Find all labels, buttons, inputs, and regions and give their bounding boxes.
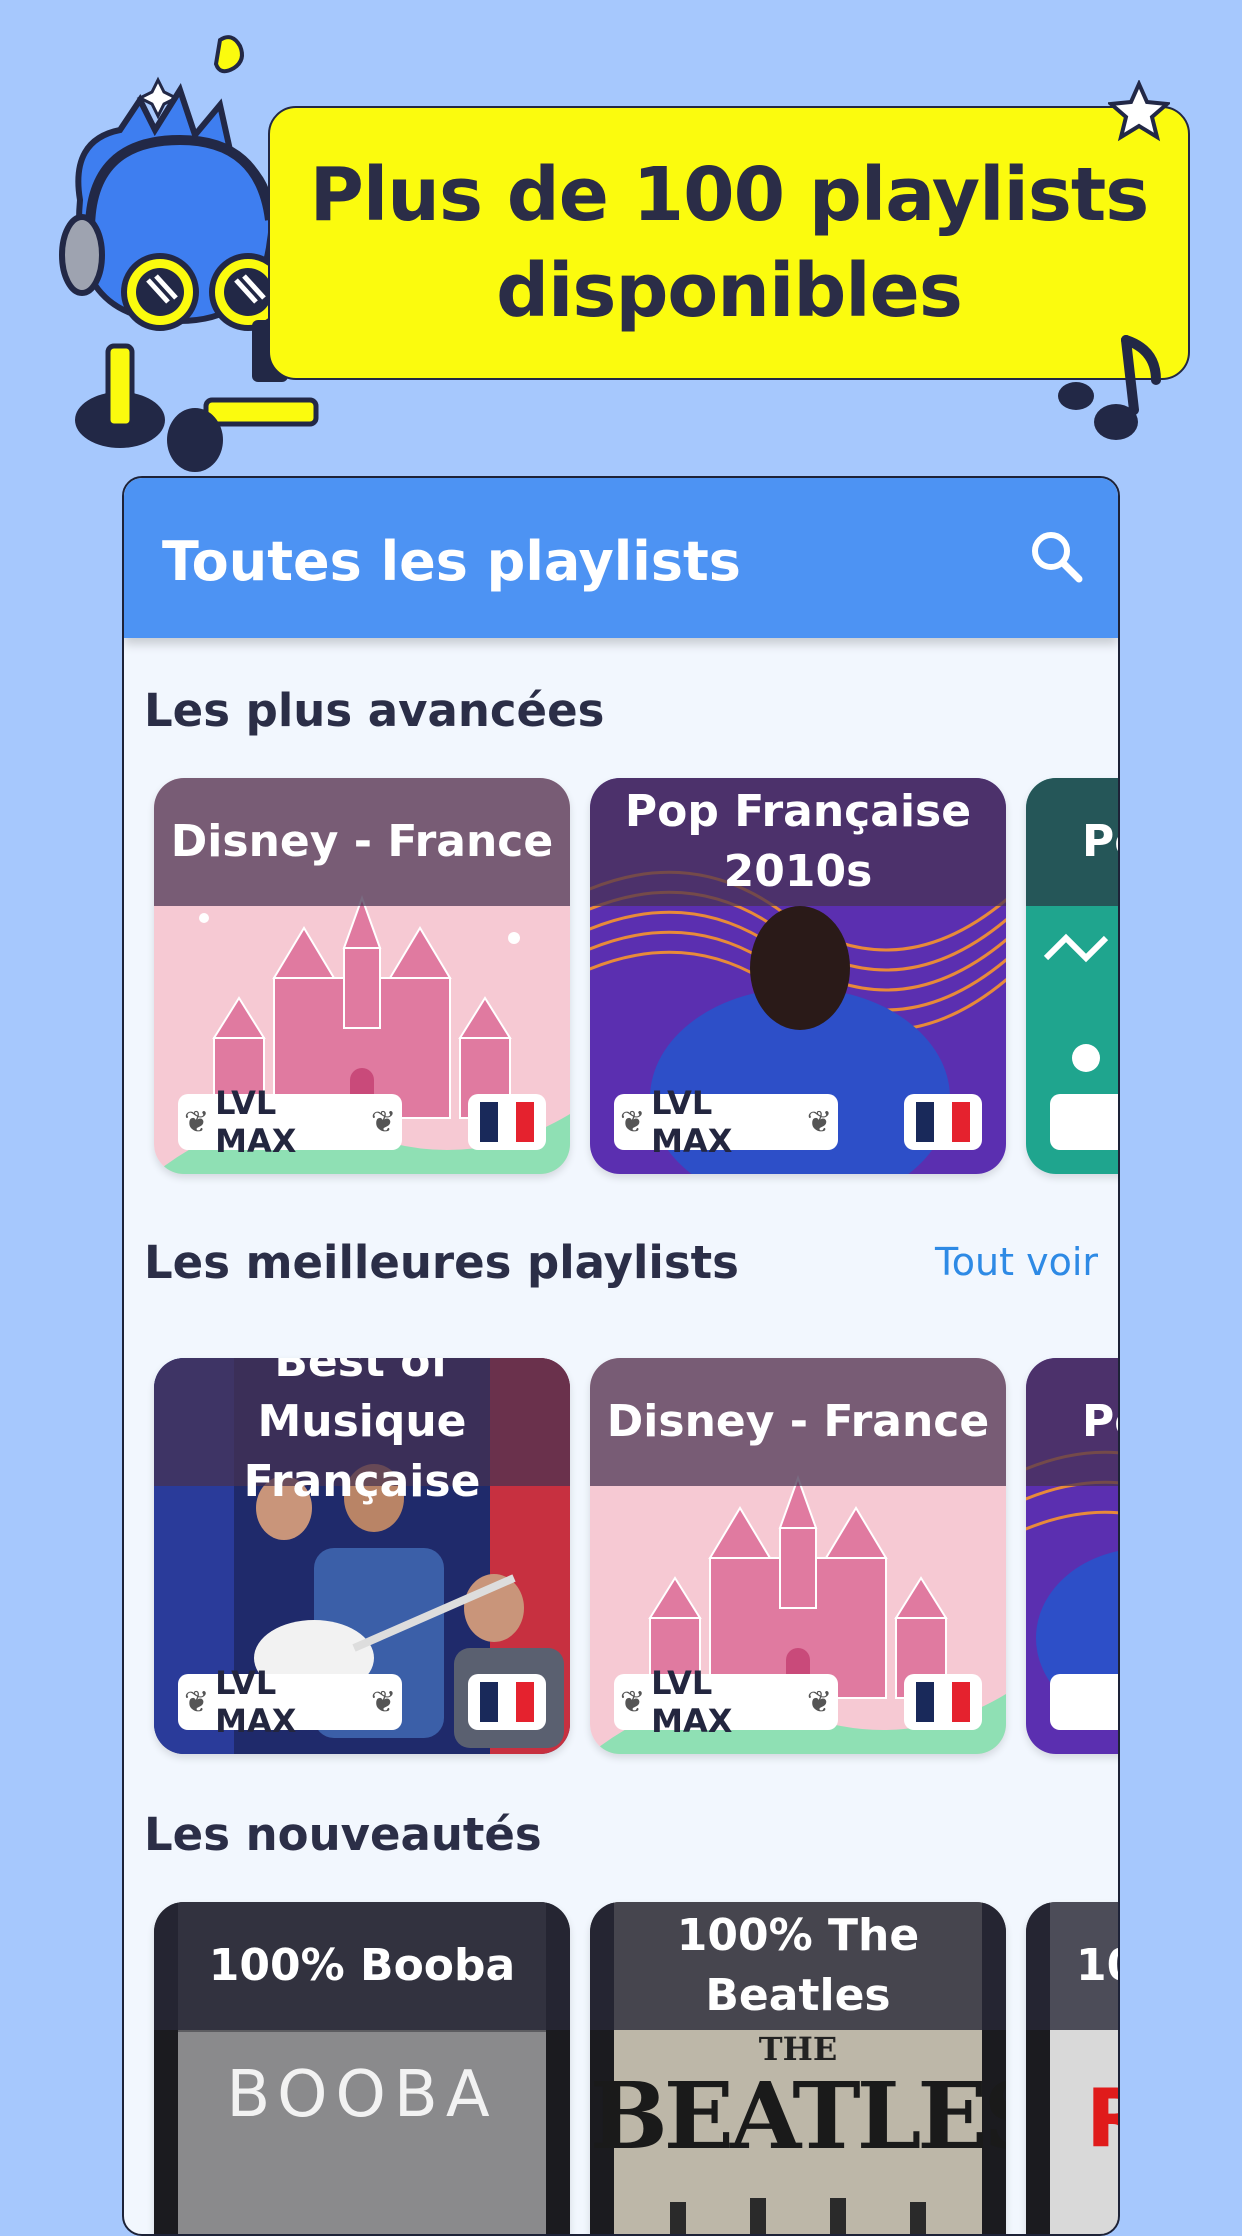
france-flag-icon bbox=[904, 1094, 982, 1150]
playlist-card[interactable]: Disney - France ❦ LVL MAX ❦ bbox=[590, 1358, 1006, 1754]
level-badge: ❦ LVL MAX ❦ bbox=[614, 1084, 838, 1160]
playlist-row-new[interactable]: 100% Booba BOOBA 100% The Beatles THE BE… bbox=[154, 1902, 1118, 2234]
section-title-advanced: Les plus avancées bbox=[144, 684, 605, 737]
playlist-title: Best of Musique Française bbox=[243, 1358, 481, 1507]
music-note-icon bbox=[1058, 335, 1161, 440]
playlist-card[interactable]: Po ❦LV bbox=[1026, 778, 1118, 1174]
playlist-row-advanced[interactable]: Disney - France ❦ LVL MAX ❦ Pop Française … bbox=[154, 778, 1118, 1178]
banner-line-1: Plus de 100 playlists bbox=[309, 152, 1150, 238]
artwork-text: BOOBA bbox=[226, 2058, 498, 2132]
banner-line-2: disponibles bbox=[496, 248, 963, 334]
app-bar: Toutes les playlists bbox=[124, 478, 1118, 638]
playlist-title: 100% The Beatles bbox=[676, 1910, 920, 2021]
level-badge: ❦LV bbox=[1050, 1094, 1118, 1150]
playlist-card[interactable]: 100% The Beatles THE BEATLES bbox=[590, 1902, 1006, 2234]
laurel-icon: ❦ bbox=[370, 1104, 396, 1140]
laurel-icon: ❦ bbox=[184, 1684, 210, 1720]
page-title: Toutes les playlists bbox=[162, 530, 741, 593]
playlist-title: Po bbox=[1082, 816, 1118, 867]
france-flag-icon bbox=[904, 1674, 982, 1730]
star-icon bbox=[1108, 80, 1170, 142]
laurel-icon: ❦ bbox=[370, 1684, 396, 1720]
laurel-icon: ❦ bbox=[806, 1104, 832, 1140]
playlist-title: Disney - France bbox=[170, 816, 554, 867]
see-all-link[interactable]: Tout voir bbox=[935, 1240, 1098, 1284]
laurel-icon: ❦ bbox=[620, 1684, 646, 1720]
playlist-card[interactable]: Pop Française 2010s ❦ LVL MAX ❦ bbox=[590, 778, 1006, 1174]
section-title-new: Les nouveautés bbox=[144, 1808, 542, 1861]
france-flag-icon bbox=[468, 1674, 546, 1730]
laurel-icon: ❦ bbox=[806, 1684, 832, 1720]
playlist-card[interactable]: Best of Musique Française ❦ LVL MAX ❦ bbox=[154, 1358, 570, 1754]
playlist-title: 100% Booba bbox=[208, 1940, 516, 1991]
playlist-card[interactable]: 100% Booba BOOBA bbox=[154, 1902, 570, 2234]
playlist-card[interactable]: Disney - France ❦ LVL MAX ❦ bbox=[154, 778, 570, 1174]
app-screen: Toutes les playlists Les plus avancées D… bbox=[122, 476, 1120, 2236]
playlist-card[interactable]: Po ❦LV bbox=[1026, 1358, 1118, 1754]
playlist-title: Pop Française 2010s bbox=[624, 786, 972, 897]
headline-banner: Plus de 100 playlists disponibles bbox=[268, 106, 1190, 380]
playlist-title: Disney - France bbox=[606, 1396, 990, 1447]
search-icon[interactable] bbox=[1026, 526, 1088, 588]
artwork-text: BEATLES bbox=[590, 2062, 1006, 2170]
france-flag-icon bbox=[468, 1094, 546, 1150]
level-badge: ❦ LVL MAX ❦ bbox=[614, 1664, 838, 1740]
playlist-card[interactable]: 10 R bbox=[1026, 1902, 1118, 2234]
artwork-text: R bbox=[1086, 2072, 1118, 2165]
laurel-icon: ❦ bbox=[184, 1104, 210, 1140]
playlist-row-best[interactable]: Best of Musique Française ❦ LVL MAX ❦ Di… bbox=[154, 1358, 1118, 1758]
level-badge: ❦LV bbox=[1050, 1674, 1118, 1730]
level-badge: ❦ LVL MAX ❦ bbox=[178, 1084, 402, 1160]
section-title-best: Les meilleures playlists bbox=[144, 1236, 739, 1289]
playlist-title: 10 bbox=[1076, 1940, 1118, 1991]
level-badge: ❦ LVL MAX ❦ bbox=[178, 1664, 402, 1740]
playlist-title: Po bbox=[1082, 1396, 1118, 1447]
laurel-icon: ❦ bbox=[620, 1104, 646, 1140]
